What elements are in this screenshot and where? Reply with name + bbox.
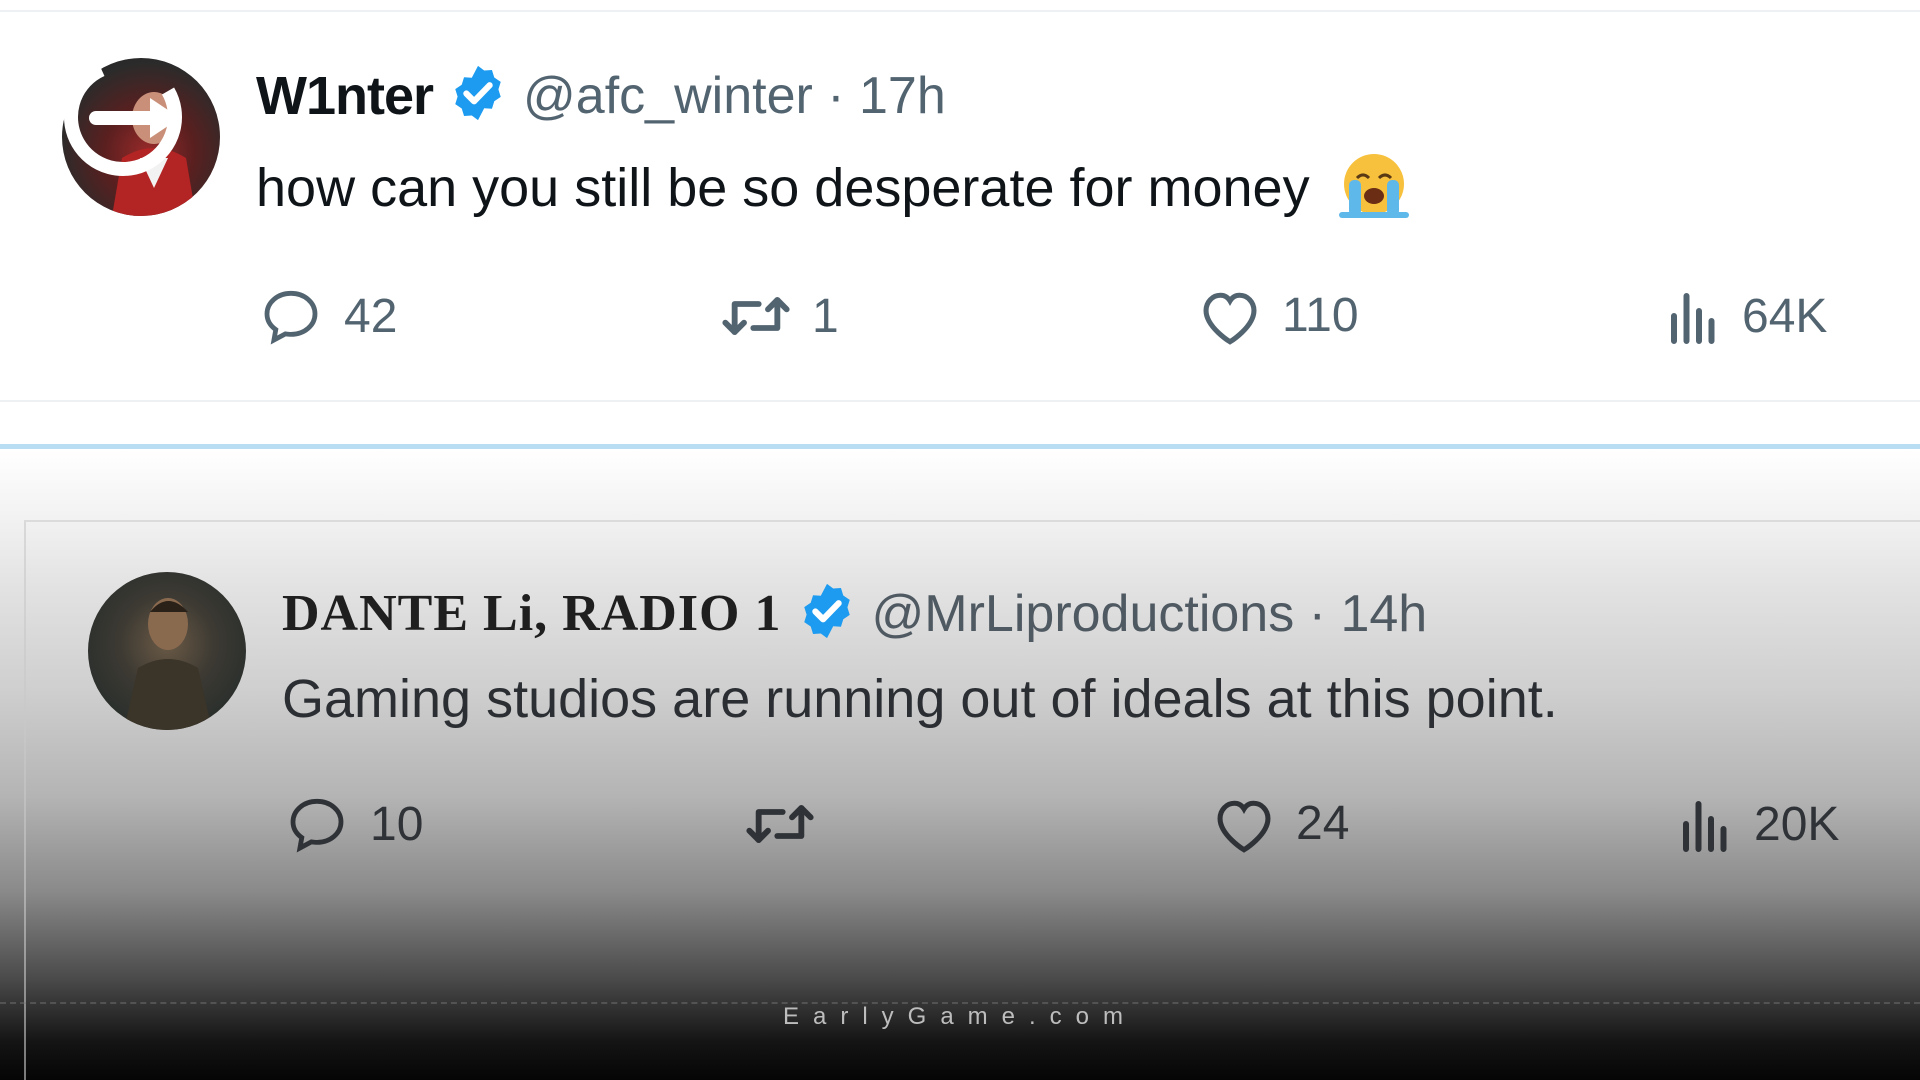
tweet-text-dante: Gaming studios are running out of ideals… bbox=[282, 668, 1558, 730]
retweet-count: 1 bbox=[812, 289, 839, 343]
loudly-crying-face-icon bbox=[1335, 150, 1413, 233]
screenshot-stage: W1nter @afc_winter · 17h how can you sti… bbox=[0, 0, 1920, 1080]
views-icon bbox=[1683, 801, 1727, 852]
verified-badge-icon bbox=[447, 62, 509, 129]
reply-icon bbox=[290, 798, 344, 853]
tweet-header-dante: DANTE Li, RADIO 1 @MrLiproductions · 14h bbox=[282, 580, 1427, 647]
tweet-header-winter: W1nter @afc_winter · 17h bbox=[256, 62, 946, 129]
tweet-text-winter: how can you still be so desperate for mo… bbox=[256, 150, 1413, 233]
display-name[interactable]: W1nter bbox=[256, 65, 434, 127]
avatar-dante[interactable] bbox=[88, 572, 246, 730]
views-button[interactable]: 64K bbox=[1664, 284, 1827, 348]
avatar-figure bbox=[124, 598, 212, 730]
reply-count: 10 bbox=[370, 797, 424, 851]
reply-button[interactable]: 10 bbox=[282, 792, 423, 856]
reply-button[interactable]: 42 bbox=[256, 284, 397, 348]
retweet-button[interactable]: 1 bbox=[718, 284, 839, 348]
like-button[interactable]: 110 bbox=[1196, 284, 1359, 346]
divider bbox=[0, 444, 1920, 449]
views-count: 64K bbox=[1742, 289, 1828, 343]
display-name[interactable]: DANTE Li, RADIO 1 bbox=[282, 584, 782, 643]
tweet-body: how can you still be so desperate for mo… bbox=[256, 157, 1310, 218]
retweet-button[interactable] bbox=[742, 792, 836, 856]
tweet-body: Gaming studios are running out of ideals… bbox=[282, 669, 1558, 729]
earlygame-logo bbox=[64, 58, 182, 176]
handle-timestamp[interactable]: @afc_winter · 17h bbox=[523, 66, 946, 126]
like-button[interactable]: 24 bbox=[1210, 792, 1349, 854]
tweet-card-dante[interactable] bbox=[0, 450, 1920, 1080]
handle-timestamp[interactable]: @MrLiproductions · 14h bbox=[872, 584, 1428, 644]
earlygame-watermark: EarlyGame.com bbox=[782, 1003, 1138, 1030]
like-icon bbox=[1217, 800, 1271, 853]
views-icon bbox=[1671, 293, 1715, 344]
like-icon bbox=[1203, 292, 1257, 345]
like-count: 110 bbox=[1282, 288, 1359, 342]
views-button[interactable]: 20K bbox=[1676, 792, 1839, 856]
reply-icon bbox=[264, 290, 318, 345]
retweet-icon bbox=[722, 297, 790, 335]
verified-badge-icon bbox=[796, 580, 858, 647]
views-count: 20K bbox=[1754, 797, 1840, 851]
reply-count: 42 bbox=[344, 289, 398, 343]
like-count: 24 bbox=[1296, 796, 1350, 850]
retweet-icon bbox=[746, 805, 814, 843]
